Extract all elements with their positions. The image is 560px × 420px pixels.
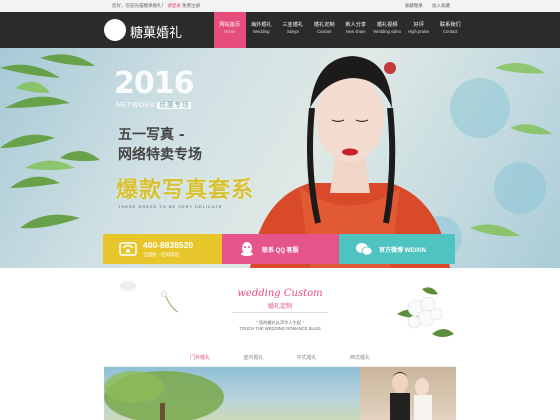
- register-link[interactable]: 免费注册: [182, 3, 200, 8]
- nav-item-video[interactable]: 婚礼视频 Wedding video: [372, 12, 404, 48]
- hero-line-1: 五一写真 -: [118, 127, 185, 143]
- nav-item-wedding[interactable]: 海外婚礼 Wedding: [246, 12, 278, 48]
- section-divider: [232, 312, 328, 313]
- nav-label: 网站首页: [219, 22, 241, 28]
- tab-outdoor[interactable]: 门外婚礼: [190, 354, 210, 364]
- favorite-link[interactable]: 收藏糖果: [405, 3, 423, 8]
- phone-subtitle: 全国统一咨询电话: [143, 252, 179, 257]
- hero-network-tag: 优惠专场: [157, 102, 192, 109]
- hero-small-text: THESE DRESS TO BE VERY DELICATE: [118, 204, 223, 209]
- white-roses-image: [397, 287, 454, 337]
- wechat-icon: [356, 243, 373, 256]
- weibo-label: 官方微博 WEIXIN: [379, 248, 427, 254]
- nav-item-custom[interactable]: 婚礼定制 Custom: [309, 12, 341, 48]
- nav-label-en: Sanya: [286, 29, 299, 34]
- qq-penguin-icon: [241, 242, 253, 256]
- tab-indoor[interactable]: 室内婚礼: [243, 354, 263, 364]
- contact-bar: 400-8838520 全国统一咨询电话 联系 QQ 客服 官方微博 WEIXI…: [103, 234, 455, 264]
- section-subtitle-2: TOUCH THE WEDDING ROMANCE BLISS: [239, 326, 321, 331]
- nav-label-en: Wedding video: [373, 29, 402, 34]
- nav-item-contact[interactable]: 联系我们 Contact: [435, 12, 467, 48]
- add-favorite-link[interactable]: 加入收藏: [432, 3, 450, 8]
- logo-circle-icon: [104, 19, 126, 41]
- weibo-contact-button[interactable]: 官方微博 WEIXIN: [339, 234, 455, 264]
- gallery-image-outdoor[interactable]: [104, 367, 360, 420]
- site-header: 糖菓婚礼 网站首页 Home 海外婚礼 Wedding 三亚婚礼 Sanya 婚…: [0, 12, 560, 48]
- hero-headline: 爆款写真套系: [116, 177, 255, 203]
- nav-item-sanya[interactable]: 三亚婚礼 Sanya: [277, 12, 309, 48]
- phone-icon: [119, 242, 137, 256]
- hero-network-label: NETWORK 优惠专场: [116, 100, 192, 110]
- login-link[interactable]: 请登录: [167, 3, 181, 8]
- welcome-text: 您好，欢迎光临糖果婚礼！: [112, 3, 166, 8]
- brand-name: 糖菓婚礼: [130, 26, 183, 41]
- welcome-area: 您好，欢迎光临糖果婚礼！ 请登录 免费注册: [112, 3, 200, 9]
- nav-label-en: Custom: [317, 29, 332, 34]
- gallery-preview: [104, 367, 456, 420]
- nav-label: 三亚婚礼: [282, 22, 304, 28]
- nav-label: 好评: [413, 22, 424, 28]
- nav-item-home[interactable]: 网站首页 Home: [214, 12, 246, 48]
- tree-scene-image: [104, 371, 224, 420]
- nav-label-en: Contact: [443, 29, 458, 34]
- nav-label: 新人分享: [345, 22, 367, 28]
- nav-item-praise[interactable]: 好评 High praise: [403, 12, 435, 48]
- hero-year: 2016: [114, 66, 194, 101]
- hero-line-2: 网络特卖专场: [118, 147, 202, 163]
- main-nav: 网站首页 Home 海外婚礼 Wedding 三亚婚礼 Sanya 婚礼定制 C…: [214, 12, 466, 48]
- phone-contact-button[interactable]: 400-8838520 全国统一咨询电话: [103, 234, 222, 264]
- logo[interactable]: 糖菓婚礼: [104, 18, 184, 42]
- nav-item-share[interactable]: 新人分享 New share: [340, 12, 372, 48]
- couple-photo-image: [390, 372, 432, 420]
- nav-label: 联系我们: [439, 22, 461, 28]
- section-title-en: wedding Custom: [237, 288, 323, 299]
- nav-label: 海外婚礼: [250, 22, 272, 28]
- tab-western[interactable]: 西式婚礼: [350, 354, 370, 364]
- nav-label-en: Wedding: [253, 29, 270, 34]
- nav-label-en: Home: [224, 29, 236, 34]
- gallery-image-couple[interactable]: [360, 367, 456, 420]
- hero-network-text: NETWORK: [116, 102, 156, 109]
- nav-label: 婚礼视频: [376, 22, 398, 28]
- section-subtitle: " 您的婚礼从浮华人生起 " TOUCH THE WEDDING ROMANCE…: [0, 320, 560, 332]
- qq-label: 联系 QQ 客服: [262, 248, 299, 254]
- phone-number: 400-8838520: [143, 240, 194, 250]
- qq-contact-button[interactable]: 联系 QQ 客服: [222, 234, 339, 264]
- category-tabs: 门外婚礼 室内婚礼 中式婚礼 西式婚礼: [190, 354, 370, 364]
- nav-label-en: New share: [345, 29, 366, 34]
- nav-label: 婚礼定制: [313, 22, 335, 28]
- section-title-zh: 婚礼定制: [267, 304, 292, 310]
- tab-chinese[interactable]: 中式婚礼: [297, 354, 317, 364]
- nav-label-en: High praise: [408, 29, 430, 34]
- favorite-area: 收藏糖果 加入收藏: [397, 3, 450, 9]
